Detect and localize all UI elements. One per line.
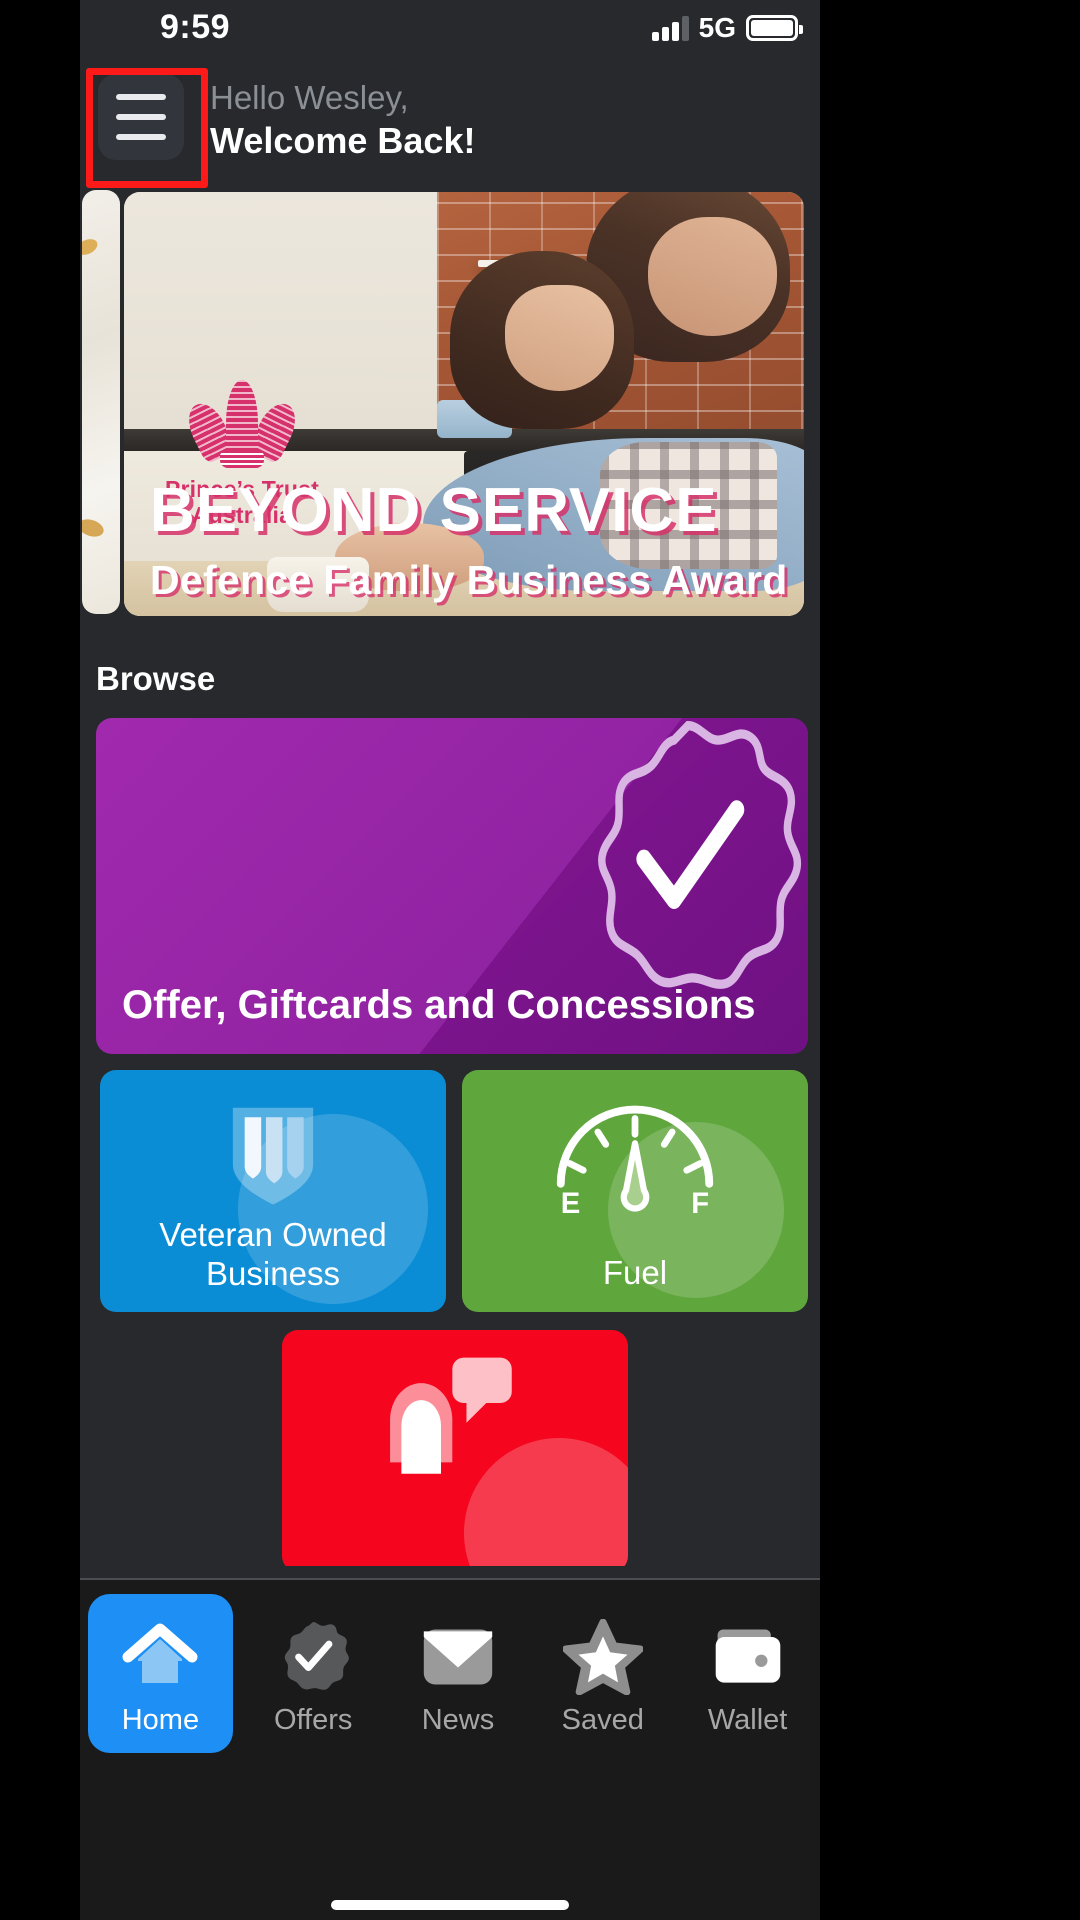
tab-label-wallet: Wallet xyxy=(707,1704,788,1736)
tab-label-offers: Offers xyxy=(273,1704,353,1736)
tab-wallet[interactable]: Wallet xyxy=(675,1594,820,1753)
screenshot-frame: 9:59 5G Hello Wesley, Welcome Back! Prin… xyxy=(0,0,1080,1920)
status-bar: 9:59 5G xyxy=(80,0,820,64)
bottom-tab-bar: Home Offers News Saved Wallet xyxy=(80,1578,820,1920)
browse-card-offers-giftcards-concessions[interactable]: Offer, Giftcards and Concessions xyxy=(96,718,808,1054)
princes-trust-feathers-icon xyxy=(181,376,303,468)
tab-news[interactable]: News xyxy=(386,1594,531,1753)
scroll-clip xyxy=(80,1566,820,1578)
promo-carousel[interactable]: Prince’s Trust Australia BEYOND SERVICE … xyxy=(80,188,820,620)
battery-full-icon xyxy=(746,15,803,41)
tab-home[interactable]: Home xyxy=(88,1594,233,1753)
browse-card-fuel[interactable]: E F Fuel xyxy=(462,1070,808,1312)
card-label-fuel: Fuel xyxy=(602,1254,668,1291)
promo-banner-slide[interactable]: Prince’s Trust Australia BEYOND SERVICE … xyxy=(124,192,804,616)
banner-subtitle: Defence Family Business Award xyxy=(150,557,788,603)
menu-bar-2 xyxy=(116,114,166,120)
envelope-icon xyxy=(420,1614,496,1700)
greeting-welcome: Welcome Back! xyxy=(210,119,476,161)
card-label-offers: Offer, Giftcards and Concessions xyxy=(122,983,756,1027)
signal-bars-icon xyxy=(651,15,689,41)
status-bar-time: 9:59 xyxy=(160,8,231,46)
network-type-label: 5G xyxy=(698,12,736,43)
status-bar-indicators: 5G xyxy=(651,12,803,44)
support-person-chat-icon xyxy=(356,1352,526,1507)
home-indicator[interactable] xyxy=(331,1900,569,1910)
menu-bar-3 xyxy=(116,134,166,140)
browse-card-support[interactable] xyxy=(282,1330,628,1572)
hamburger-menu-icon[interactable] xyxy=(98,74,184,160)
phone-viewport: 9:59 5G Hello Wesley, Welcome Back! Prin… xyxy=(80,0,820,1920)
tab-list: Home Offers News Saved Wallet xyxy=(80,1594,820,1753)
shield-icon xyxy=(214,1096,332,1219)
greeting-hello: Hello Wesley, xyxy=(210,79,409,116)
browse-card-veteran-owned-business[interactable]: Veteran Owned Business xyxy=(100,1070,446,1312)
banner-title: BEYOND SERVICE xyxy=(150,476,718,545)
carousel-previous-slide-peek[interactable] xyxy=(82,190,120,614)
browse-section-title: Browse xyxy=(96,660,216,697)
fuel-gauge-icon: E F xyxy=(545,1100,725,1223)
star-icon xyxy=(562,1614,643,1700)
app-header: Hello Wesley, Welcome Back! xyxy=(80,64,820,188)
tab-offers[interactable]: Offers xyxy=(241,1594,386,1753)
home-icon xyxy=(120,1614,200,1700)
greeting: Hello Wesley, Welcome Back! xyxy=(210,79,476,161)
svg-text:F: F xyxy=(691,1188,709,1218)
menu-bar-1 xyxy=(116,94,166,100)
check-badge-icon xyxy=(275,1614,351,1700)
tab-saved[interactable]: Saved xyxy=(530,1594,675,1753)
tab-label-news: News xyxy=(421,1704,495,1736)
tab-label-saved: Saved xyxy=(561,1704,644,1736)
svg-text:E: E xyxy=(561,1188,581,1218)
verified-check-badge-icon xyxy=(572,718,804,1004)
tab-label-home: Home xyxy=(121,1704,200,1736)
card-label-veteran: Veteran Owned Business xyxy=(159,1216,387,1293)
wallet-icon xyxy=(710,1614,786,1700)
